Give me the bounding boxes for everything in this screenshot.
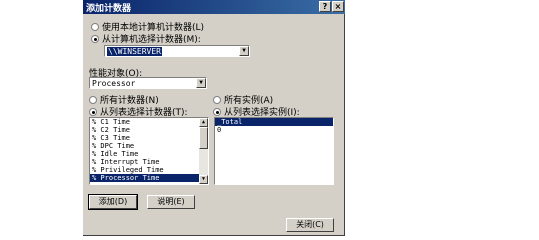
computer-combo[interactable]: \\WINSERVER ▼	[104, 45, 250, 57]
list-item-selected[interactable]: % Processor Time	[90, 174, 208, 182]
list-item[interactable]: % Interrupt Time	[90, 158, 208, 166]
radio-select-dot	[91, 34, 99, 43]
list-item[interactable]: % C1 Time	[90, 118, 208, 126]
dialog-title: 添加计数器	[86, 4, 132, 14]
performance-object-value: Processor	[92, 79, 136, 88]
chevron-down-icon[interactable]: ▼	[196, 78, 206, 88]
computer-value: \\WINSERVER	[107, 47, 162, 56]
explain-button[interactable]: 说明(E)	[147, 195, 195, 209]
scroll-thumb[interactable]	[199, 127, 208, 149]
close-button[interactable]: 关闭(C)	[286, 218, 334, 232]
list-item[interactable]: % C3 Time	[90, 134, 208, 142]
list-item[interactable]: % C2 Time	[90, 126, 208, 134]
performance-object-combo[interactable]: Processor ▼	[89, 77, 207, 89]
counters-scrollbar[interactable]: ▲ ▼	[199, 118, 208, 184]
chevron-down-icon[interactable]: ▼	[239, 46, 249, 56]
radio-all-counters-dot	[89, 95, 97, 104]
scroll-up-icon[interactable]: ▲	[199, 118, 208, 127]
instances-list[interactable]: _Total 0	[214, 117, 334, 185]
list-item[interactable]: 0	[215, 126, 333, 134]
title-bar[interactable]: 添加计数器 ? ×	[83, 0, 345, 14]
radio-list-instances-dot	[213, 107, 221, 116]
counters-list[interactable]: % C1 Time % C2 Time % C3 Time % DPC Time…	[89, 117, 209, 185]
list-item[interactable]: % Privileged Time	[90, 166, 208, 174]
radio-local-dot	[91, 22, 99, 31]
radio-list-counters-dot	[89, 107, 97, 116]
add-button[interactable]: 添加(D)	[88, 194, 138, 210]
help-button[interactable]: ?	[319, 1, 331, 12]
list-item[interactable]: % DPC Time	[90, 142, 208, 150]
scroll-down-icon[interactable]: ▼	[199, 175, 208, 184]
add-counters-dialog: 添加计数器 ? × 使用本地计算机计数器(L) 从计算机选择计数器(M): \\…	[83, 0, 345, 236]
radio-select-label: 从计算机选择计数器(M):	[102, 35, 201, 45]
radio-select-computer[interactable]: 从计算机选择计数器(M):	[91, 32, 201, 45]
close-icon[interactable]: ×	[332, 1, 344, 12]
radio-all-instances-dot	[213, 95, 221, 104]
list-item[interactable]: % Idle Time	[90, 150, 208, 158]
list-item-selected[interactable]: _Total	[215, 118, 333, 126]
